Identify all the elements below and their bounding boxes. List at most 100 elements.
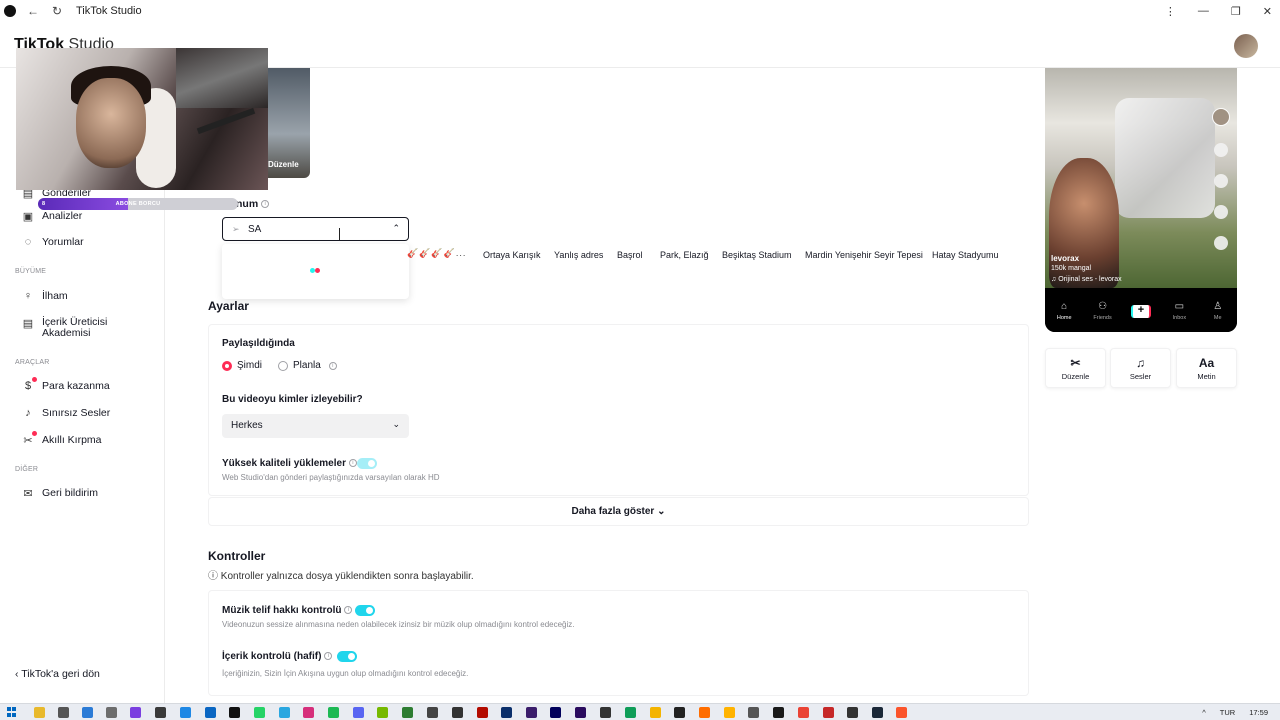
app-icon[interactable] xyxy=(180,707,191,718)
app-icon[interactable] xyxy=(674,707,685,718)
settings-icon[interactable] xyxy=(58,707,69,718)
app-icon[interactable] xyxy=(279,707,290,718)
media-encoder-icon[interactable] xyxy=(526,707,537,718)
app-icon[interactable] xyxy=(625,707,636,718)
info-icon[interactable]: i xyxy=(324,652,333,661)
location-chip[interactable]: Mardin Yenişehir Seyir Tepesi xyxy=(805,248,923,262)
app-icon[interactable] xyxy=(748,707,759,718)
location-chip[interactable]: Yanlış adres xyxy=(554,248,603,262)
back-icon[interactable]: ← xyxy=(26,4,40,18)
after-effects-icon[interactable] xyxy=(550,707,561,718)
plus-icon: + xyxy=(1130,304,1151,318)
language-indicator[interactable]: TUR xyxy=(1220,706,1235,719)
app-icon[interactable] xyxy=(847,707,858,718)
location-input-box[interactable]: ➢ ⌃ xyxy=(222,217,409,241)
thumbnail-edit-label[interactable]: Düzenle xyxy=(268,160,299,169)
brave-icon[interactable] xyxy=(896,707,907,718)
nvidia-icon[interactable] xyxy=(377,707,388,718)
radio-now[interactable]: Şimdi xyxy=(222,360,262,371)
location-chip[interactable]: Beşiktaş Stadium xyxy=(722,248,792,262)
app-icon[interactable] xyxy=(402,707,413,718)
clock[interactable]: 17:59 xyxy=(1249,706,1268,719)
tiktok-icon[interactable] xyxy=(229,707,240,718)
warning-icon: ⓘ xyxy=(208,571,221,582)
app-icon[interactable] xyxy=(427,707,438,718)
tray-chevron-icon[interactable]: ^ xyxy=(1202,706,1206,719)
info-icon[interactable]: i xyxy=(344,606,353,615)
reload-icon[interactable]: ↻ xyxy=(50,4,64,18)
visibility-select[interactable]: Herkes ⌄ xyxy=(222,414,409,438)
info-icon[interactable]: i xyxy=(348,459,357,468)
hq-upload-toggle[interactable] xyxy=(357,458,377,469)
location-chip[interactable]: Başrol xyxy=(617,248,643,262)
sidebar-item-smart-trim[interactable]: ✂ Akıllı Kırpma xyxy=(22,431,102,447)
app-icon[interactable] xyxy=(130,707,141,718)
app-icon[interactable] xyxy=(205,707,216,718)
app-icon[interactable] xyxy=(798,707,809,718)
chrome-icon[interactable] xyxy=(650,707,661,718)
sidebar-item-sounds[interactable]: ♪ Sınırsız Sesler xyxy=(22,407,110,419)
sidebar-item-monetization[interactable]: $ Para kazanma xyxy=(22,377,110,392)
steam-icon[interactable] xyxy=(872,707,883,718)
location-chip[interactable]: Park, Elazığ xyxy=(660,248,709,262)
location-chip-emoji[interactable]: 🎸🎸🎸🎸... xyxy=(407,248,466,259)
location-input[interactable] xyxy=(248,221,378,237)
illustrator-icon[interactable] xyxy=(477,707,488,718)
folder-icon[interactable] xyxy=(34,707,45,718)
vscode-icon[interactable] xyxy=(82,707,93,718)
window-controls: ⋮ — ❐ ✕ xyxy=(1165,0,1272,22)
minimize-icon[interactable]: — xyxy=(1198,5,1209,17)
info-icon[interactable]: i xyxy=(261,200,270,209)
maximize-icon[interactable]: ❐ xyxy=(1231,5,1241,18)
app-icon[interactable] xyxy=(452,707,463,718)
sidebar-item-comments[interactable]: ◌ Yorumlar xyxy=(22,236,84,248)
checks-note: ⓘ Kontroller yalnızca dosya yüklendikten… xyxy=(208,571,474,582)
location-chip[interactable]: Hatay Stadyumu xyxy=(932,248,999,262)
spotify-icon[interactable] xyxy=(328,707,339,718)
show-more-button[interactable]: Daha fazla göster ⌄ xyxy=(208,506,1029,517)
webcam-poster xyxy=(176,48,268,108)
chevron-up-icon[interactable]: ⌃ xyxy=(392,223,400,234)
edit-button[interactable]: ✂ Düzenle xyxy=(1045,348,1106,388)
sounds-button[interactable]: ♫ Sesler xyxy=(1110,348,1171,388)
radio-schedule[interactable]: Planla i xyxy=(278,360,337,371)
sidebar-item-feedback[interactable]: ✉ Geri bildirim xyxy=(22,487,98,500)
inbox-icon: ▭ xyxy=(1174,300,1185,312)
instagram-icon[interactable] xyxy=(303,707,314,718)
webcam-overlay xyxy=(16,48,268,190)
sidebar-item-academy[interactable]: ▤ İçerik Üreticisi Akademisi xyxy=(22,317,108,339)
sidebar-item-inspiration[interactable]: ♀ İlham xyxy=(22,290,68,302)
app-icon[interactable] xyxy=(106,707,117,718)
app-icon[interactable] xyxy=(823,707,834,718)
menu-icon[interactable]: ⋮ xyxy=(1165,5,1176,18)
premiere-icon[interactable] xyxy=(575,707,586,718)
close-icon[interactable]: ✕ xyxy=(1263,5,1272,18)
sidebar-item-label: Yorumlar xyxy=(42,236,84,248)
app-icon[interactable] xyxy=(699,707,710,718)
app-icon[interactable] xyxy=(600,707,611,718)
photoshop-icon[interactable] xyxy=(501,707,512,718)
app-icon[interactable] xyxy=(155,707,166,718)
avatar[interactable] xyxy=(1234,34,1258,58)
app-icon[interactable] xyxy=(724,707,735,718)
music-check-toggle[interactable] xyxy=(355,605,375,616)
windows-start-icon[interactable] xyxy=(7,707,17,717)
sidebar-item-label: Para kazanma xyxy=(42,380,110,392)
radio-now-label: Şimdi xyxy=(237,360,263,371)
radio-unchecked-icon xyxy=(278,360,288,371)
text-button[interactable]: Aa Metin xyxy=(1176,348,1237,388)
bookmark-icon xyxy=(1214,205,1228,219)
sidebar-item-analytics[interactable]: ▣ Analizler xyxy=(22,210,82,223)
discord-icon[interactable] xyxy=(353,707,364,718)
app-icon[interactable] xyxy=(773,707,784,718)
subscriber-goal-bar: ABONE BORCU 8 xyxy=(38,198,238,210)
back-to-tiktok-link[interactable]: ‹ TikTok'a geri dön xyxy=(15,668,100,680)
whatsapp-icon[interactable] xyxy=(254,707,265,718)
preview-action-icons xyxy=(1211,108,1231,267)
content-check-toggle[interactable] xyxy=(337,651,357,662)
info-icon[interactable]: i xyxy=(328,361,337,370)
heart-icon xyxy=(1214,143,1228,157)
analytics-icon: ▣ xyxy=(22,210,34,223)
video-preview[interactable]: levorax 150k mangal ♫ Orijinal ses - lev… xyxy=(1045,68,1237,332)
location-chip[interactable]: Ortaya Karışık xyxy=(483,248,541,262)
